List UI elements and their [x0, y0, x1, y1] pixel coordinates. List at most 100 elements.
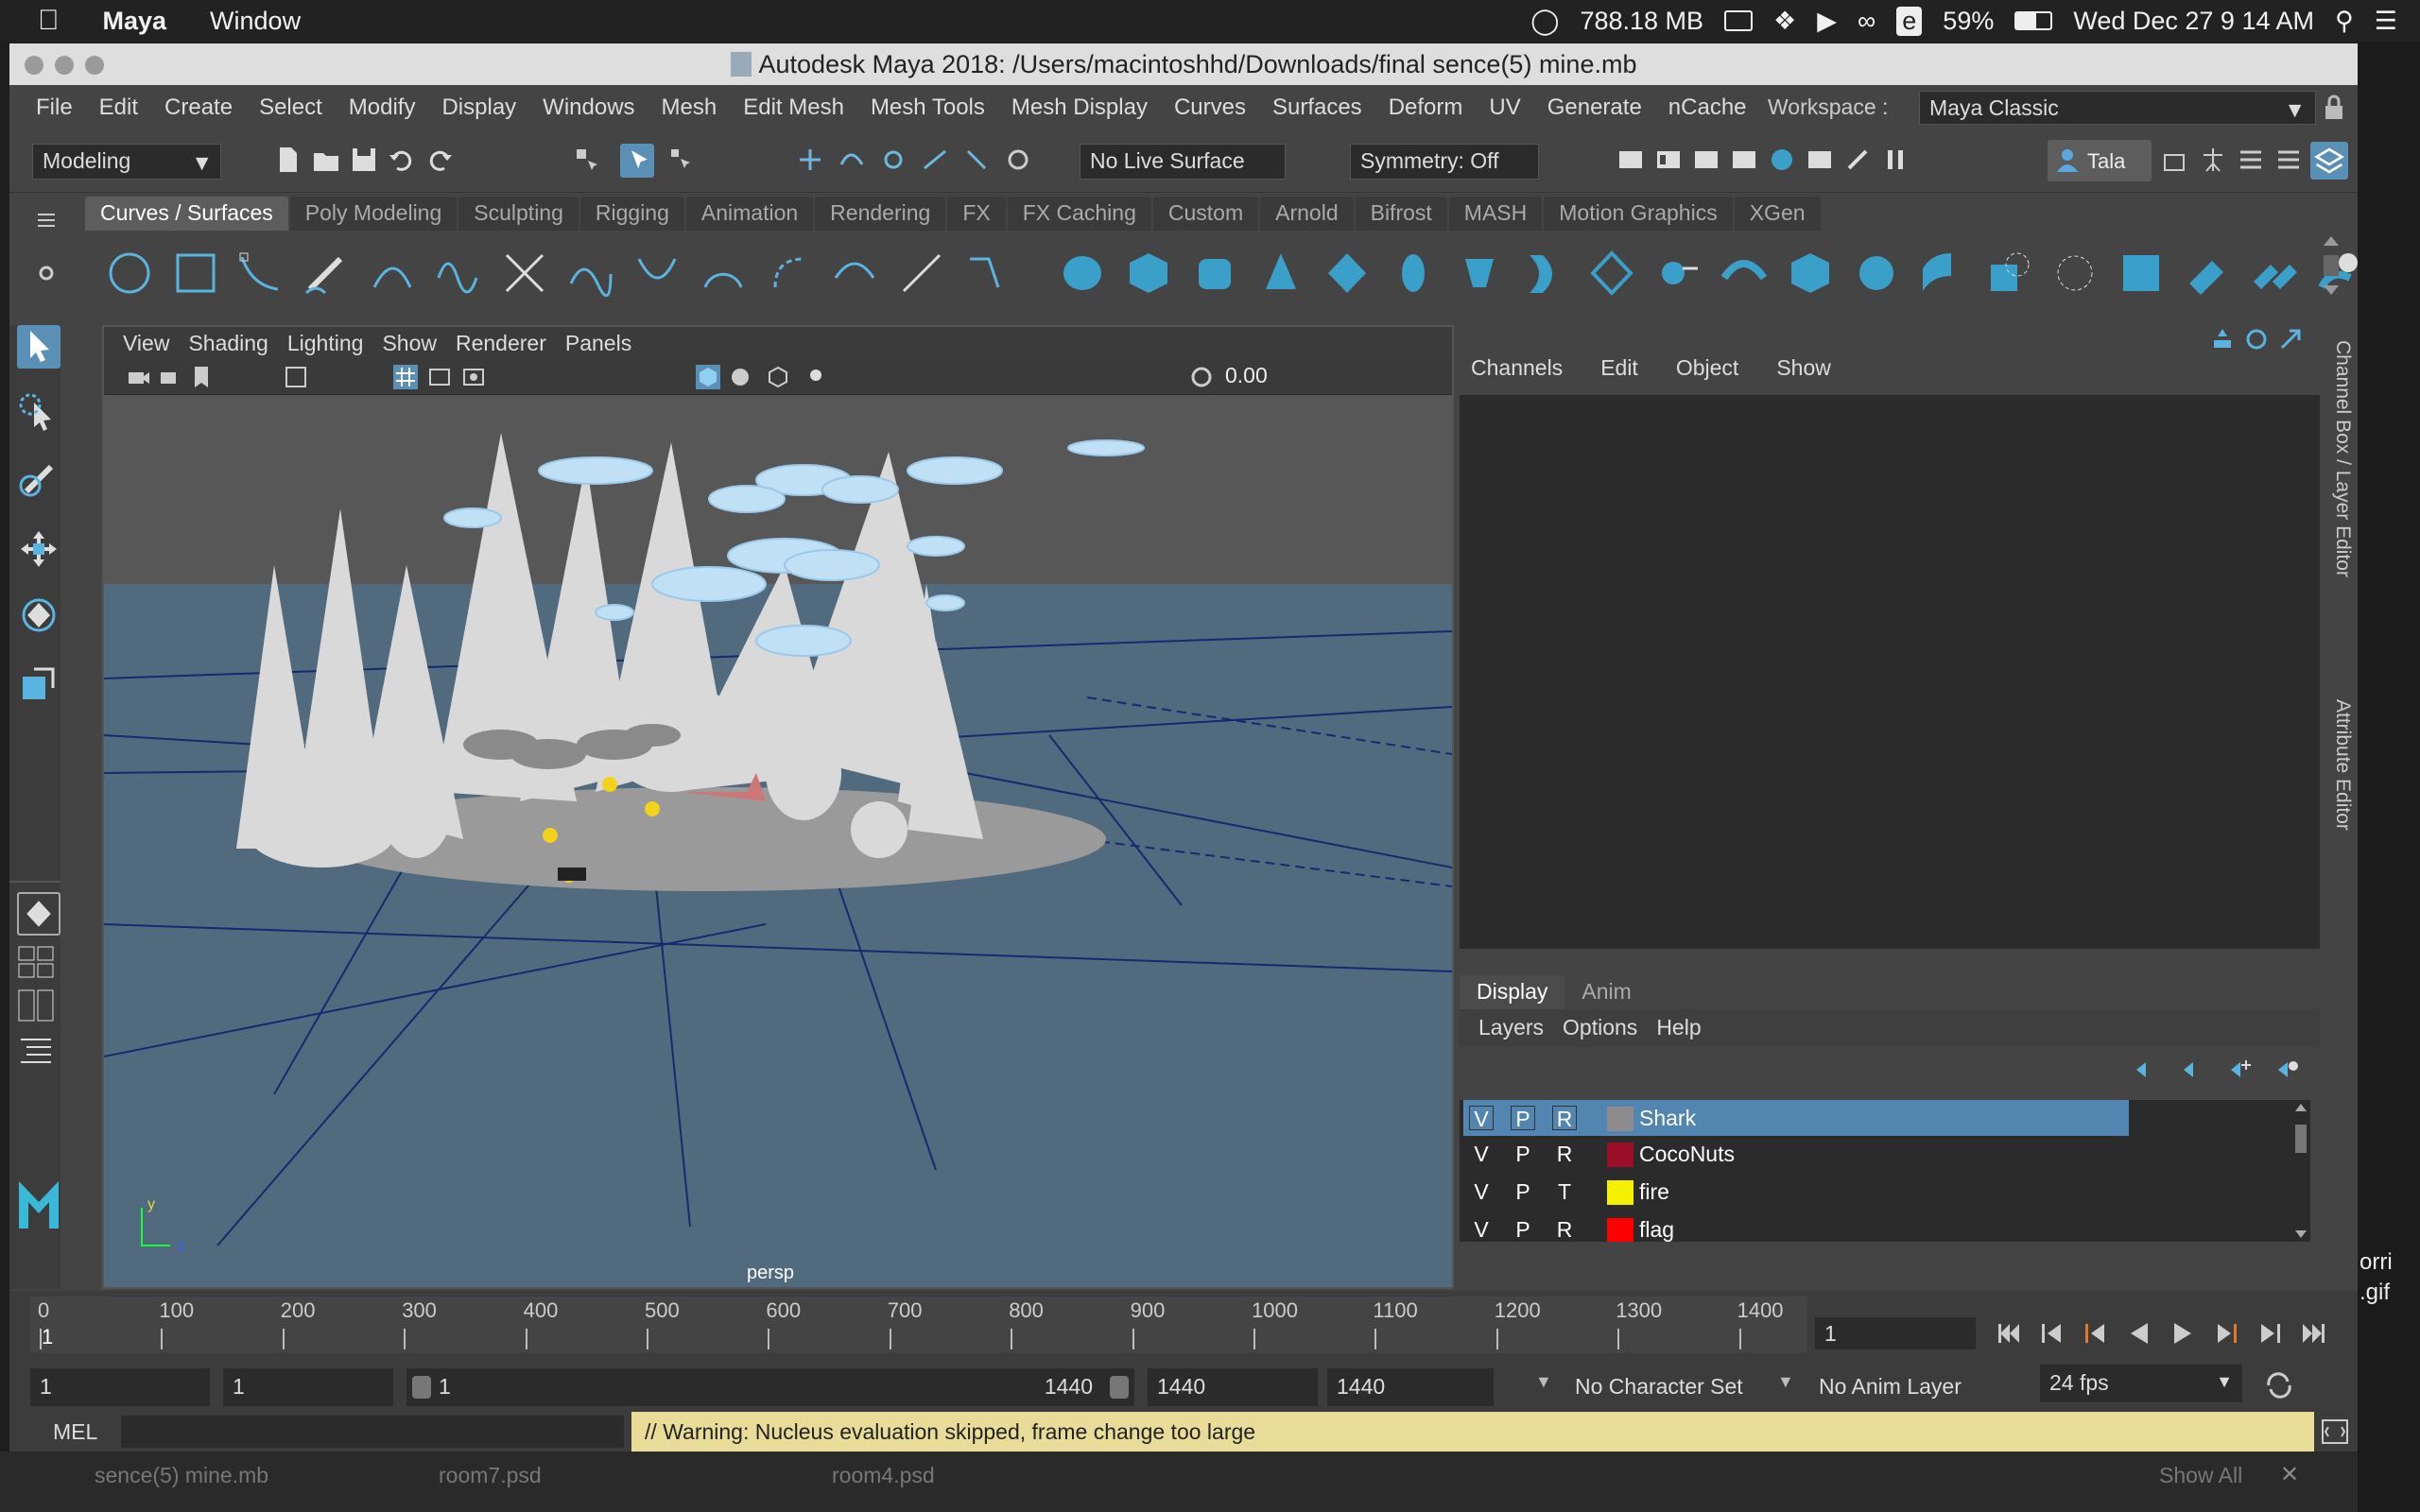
layer-name[interactable]: fire	[1639, 1179, 1669, 1205]
layer-color-swatch[interactable]	[1607, 1218, 1634, 1242]
airplay-icon[interactable]	[1724, 10, 1754, 31]
new-scene-icon[interactable]	[274, 146, 302, 174]
arnold-render-icon[interactable]	[1843, 146, 1872, 174]
background-tab-room4[interactable]: room4.psd	[832, 1457, 935, 1495]
menu-modify[interactable]: Modify	[349, 94, 416, 121]
tab-animation[interactable]: Animation	[685, 197, 814, 231]
exposure-value[interactable]: 0.00	[1225, 363, 1268, 388]
default-material-icon[interactable]	[728, 365, 752, 389]
menu-mesh-tools[interactable]: Mesh Tools	[871, 94, 985, 121]
tab-display[interactable]: Display	[1460, 975, 1565, 1009]
nurbs-cube-icon[interactable]	[1125, 249, 1172, 297]
menu-uv[interactable]: UV	[1489, 94, 1520, 121]
range-slider-bar[interactable]: 1 1440	[406, 1368, 1134, 1406]
minimize-window-button[interactable]	[55, 56, 74, 75]
four-pane-layout-icon[interactable]	[17, 945, 55, 979]
extrude-icon[interactable]	[1654, 249, 1702, 297]
viewport-menu-shading[interactable]: Shading	[188, 331, 268, 359]
channel-box-area[interactable]	[1460, 395, 2320, 949]
select-tool-icon[interactable]	[17, 325, 60, 369]
volume-icon[interactable]: ▶	[1817, 7, 1837, 36]
viewport-panel[interactable]: View Shading Lighting Show Renderer Pane…	[102, 325, 1454, 1289]
tab-mash[interactable]: MASH	[1448, 197, 1543, 231]
paint-select-tool-icon[interactable]	[17, 457, 60, 501]
two-pane-layout-icon[interactable]	[17, 988, 55, 1022]
layer-color-swatch[interactable]	[1607, 1180, 1634, 1205]
birail-icon[interactable]	[1720, 249, 1768, 297]
tab-anim[interactable]: Anim	[1564, 975, 1648, 1009]
layer-row-fire[interactable]: V P T fire	[1463, 1174, 2129, 1210]
background-tab-room7[interactable]: room7.psd	[439, 1457, 542, 1495]
symmetry-dropdown[interactable]: Symmetry: Off	[1350, 144, 1539, 180]
nurbs-torus-icon[interactable]	[1390, 249, 1437, 297]
redo-icon[interactable]	[425, 146, 454, 174]
loft-icon[interactable]	[1522, 249, 1569, 297]
pencil-curve-icon[interactable]	[302, 249, 350, 297]
anim-layer-dropdown[interactable]: No Anim Layer	[1809, 1368, 2017, 1406]
rebuild-curve-icon[interactable]	[766, 249, 813, 297]
tab-motion-graphics[interactable]: Motion Graphics	[1544, 197, 1733, 231]
menu-ncache[interactable]: nCache	[1668, 94, 1747, 121]
attribute-editor-icon[interactable]	[2237, 146, 2265, 174]
tab-attribute-editor[interactable]: Attribute Editor	[2331, 699, 2354, 831]
smooth-shade-icon[interactable]	[696, 365, 720, 389]
menubar-window[interactable]: Window	[210, 7, 301, 36]
tab-arnold[interactable]: Arnold	[1260, 197, 1354, 231]
character-controls-icon[interactable]	[2199, 146, 2227, 174]
save-scene-icon[interactable]	[350, 146, 378, 174]
layer-color-swatch[interactable]	[1607, 1143, 1634, 1167]
layer-menu-help[interactable]: Help	[1656, 1015, 1701, 1047]
undo-icon[interactable]	[388, 146, 416, 174]
move-layer-down-icon[interactable]	[2180, 1057, 2206, 1083]
grid-toggle-icon[interactable]	[393, 365, 418, 389]
chevron-down-icon[interactable]: ▼	[1777, 1372, 1794, 1392]
layer-visibility-toggle[interactable]: V	[1469, 1142, 1494, 1166]
tab-fx[interactable]: FX	[947, 197, 1006, 231]
cv-curve-tool-icon[interactable]	[236, 249, 284, 297]
menu-create[interactable]: Create	[164, 94, 233, 121]
layer-name[interactable]: Shark	[1639, 1106, 1696, 1131]
tab-rendering[interactable]: Rendering	[815, 197, 946, 231]
bookmarks-icon[interactable]	[189, 365, 214, 389]
square-surface-icon[interactable]	[1853, 249, 1900, 297]
close-window-button[interactable]	[25, 56, 43, 75]
snap-curve-icon[interactable]	[838, 146, 866, 174]
extend-curve-icon[interactable]	[633, 249, 681, 297]
nurbs-square-icon[interactable]	[172, 249, 219, 297]
playback-start-field[interactable]: 1	[223, 1368, 393, 1406]
current-frame-field[interactable]: 1	[1815, 1317, 1976, 1349]
spotlight-search-icon[interactable]: ⚲	[2335, 7, 2354, 36]
show-all-button[interactable]: Show All	[2159, 1457, 2242, 1495]
render-sequence-icon[interactable]	[1654, 146, 1683, 174]
menu-edit-mesh[interactable]: Edit Mesh	[743, 94, 844, 121]
layer-list-scrollbar[interactable]	[2291, 1102, 2310, 1240]
boundary-icon[interactable]	[1787, 249, 1834, 297]
snap-view-plane-icon[interactable]	[921, 146, 949, 174]
move-tool-icon[interactable]	[17, 527, 60, 571]
nurbs-cone-icon[interactable]	[1257, 249, 1305, 297]
viewport-menu-show[interactable]: Show	[382, 331, 437, 359]
menuset-dropdown[interactable]: Modeling ▼	[32, 144, 221, 180]
history-icon[interactable]	[1004, 146, 1032, 174]
channel-box-toggle-icon[interactable]	[2210, 327, 2235, 352]
channel-box-menu-show[interactable]: Show	[1776, 355, 1831, 381]
tool-settings-icon[interactable]	[2274, 146, 2303, 174]
menu-generate[interactable]: Generate	[1547, 94, 1642, 121]
range-end-handle[interactable]	[1110, 1376, 1129, 1399]
detach-surfaces-icon[interactable]	[2250, 249, 2297, 297]
select-hierarchy-icon[interactable]	[573, 146, 601, 174]
trim-tool-icon[interactable]	[2051, 249, 2099, 297]
nurbs-cylinder-icon[interactable]	[1191, 249, 1238, 297]
layer-playback-toggle[interactable]: P	[1511, 1106, 1535, 1131]
open-scene-icon[interactable]	[312, 146, 340, 174]
tab-poly-modeling[interactable]: Poly Modeling	[289, 197, 458, 231]
script-editor-icon[interactable]	[2320, 1418, 2350, 1446]
user-account-button[interactable]: Tala	[2048, 140, 2152, 181]
intersect-curve-icon[interactable]	[567, 249, 614, 298]
loop-playback-icon[interactable]	[2263, 1370, 2295, 1400]
untrim-icon[interactable]	[2118, 249, 2165, 297]
step-forward-key-icon[interactable]	[2256, 1319, 2284, 1348]
viewport-menu-panels[interactable]: Panels	[565, 331, 631, 359]
snap-grid-icon[interactable]	[796, 146, 824, 174]
creative-cloud-icon[interactable]: ∞	[1858, 7, 1876, 36]
